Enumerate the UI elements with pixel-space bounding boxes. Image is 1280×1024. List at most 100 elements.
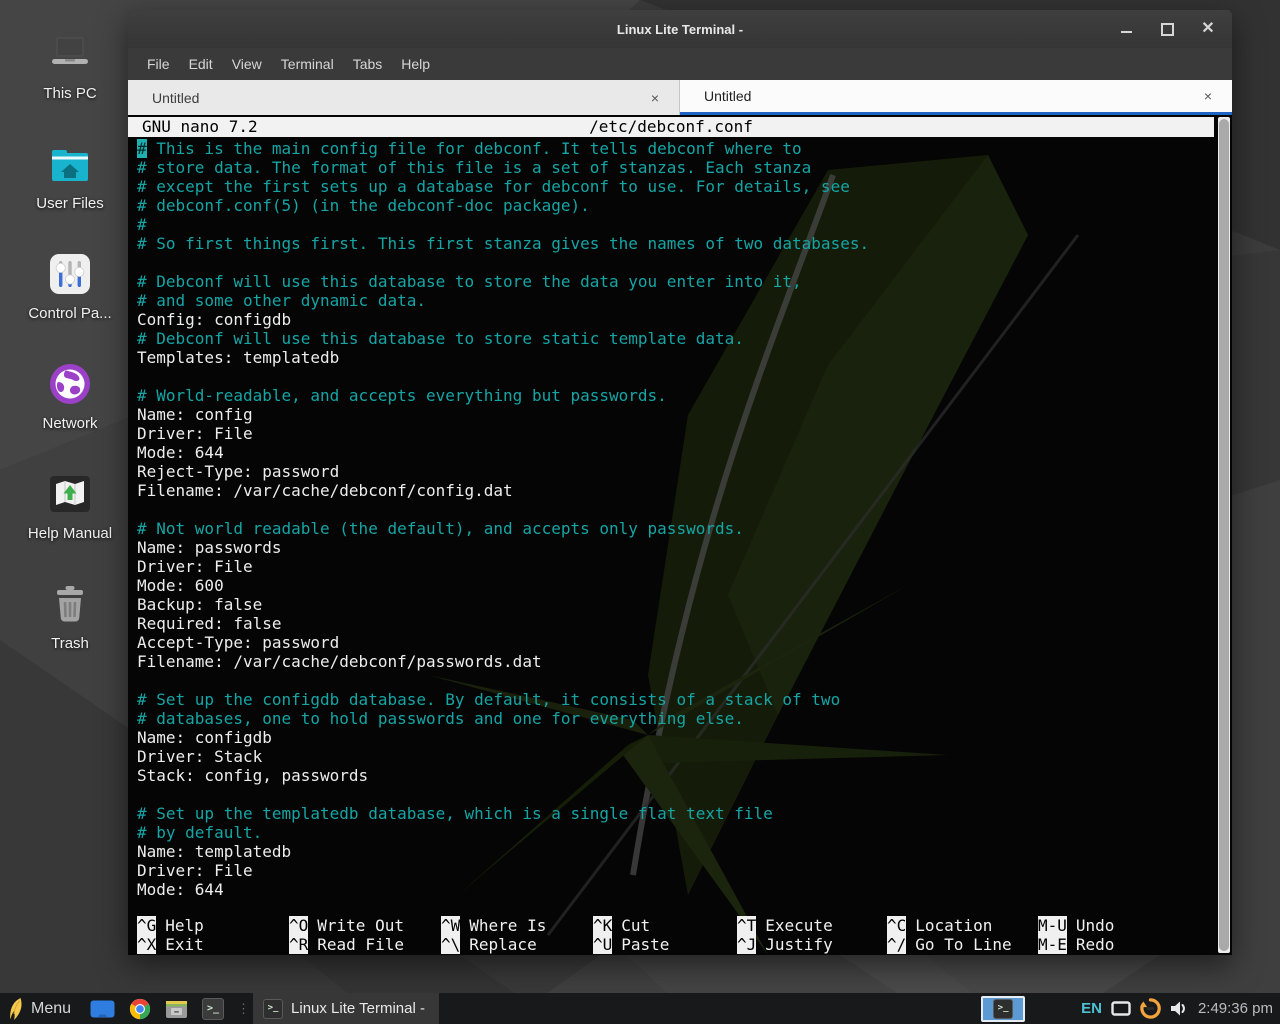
nano-shortcut: ^RRead File: [289, 935, 404, 954]
menu-button[interactable]: [7, 997, 24, 1021]
tab-close-icon[interactable]: ×: [1202, 88, 1214, 104]
menu-item[interactable]: View: [232, 56, 262, 72]
task-button-linux-lite-terminal[interactable]: >_ Linux Lite Terminal -: [253, 993, 439, 1024]
linux-lite-feather-icon: [7, 997, 24, 1021]
window-menubar: File Edit View Terminal Tabs Help: [128, 48, 1232, 80]
desktop-icon-control-panel[interactable]: Control Pa...: [0, 250, 140, 322]
editor-line: Filename: /var/cache/debconf/config.dat: [137, 481, 1206, 500]
close-button[interactable]: ✕: [1200, 21, 1216, 37]
terminal-launcher[interactable]: >_: [202, 998, 224, 1020]
file-cabinet-icon: [165, 998, 188, 1019]
editor-line: # So first things first. This first stan…: [137, 234, 1206, 253]
editor-line: [137, 785, 1206, 804]
folder-home-icon: [46, 140, 94, 188]
nano-shortcut: ^KCut: [593, 916, 669, 935]
nano-titlebar: GNU nano 7.2 /etc/debconf.conf: [128, 117, 1214, 137]
network-globe-icon: [46, 360, 94, 408]
minimize-button[interactable]: [1118, 21, 1134, 37]
editor-line: # and some other dynamic data.: [137, 291, 1206, 310]
window-titlebar[interactable]: Linux Lite Terminal - ✕: [128, 10, 1232, 48]
nano-shortcut-column: ^WWhere Is ^\Replace: [441, 916, 546, 954]
terminal-window: Linux Lite Terminal - ✕ File Edit View Term…: [128, 10, 1232, 955]
editor-line: Driver: File: [137, 861, 1206, 880]
editor-line: Mode: 644: [137, 443, 1206, 462]
show-desktop-launcher[interactable]: [90, 1000, 115, 1018]
menu-item[interactable]: Edit: [189, 56, 213, 72]
nano-shortcut-column: ^OWrite Out ^RRead File: [289, 916, 404, 954]
menu-button-label[interactable]: Menu: [31, 1000, 71, 1018]
scrollbar-thumb[interactable]: [1219, 119, 1229, 951]
terminal-icon: >_: [263, 999, 283, 1019]
editor-line: Driver: Stack: [137, 747, 1206, 766]
nano-shortcut-column: ^TExecute ^JJustify: [737, 916, 833, 954]
nano-shortcut-column: M-UUndo M-ERedo: [1038, 916, 1114, 954]
editor-line: Name: configdb: [137, 728, 1206, 747]
desktop-icon-label: Trash: [51, 635, 89, 652]
editor-line: Name: passwords: [137, 538, 1206, 557]
desktop-icon-trash[interactable]: Trash: [0, 580, 140, 652]
nano-version: GNU nano 7.2: [142, 117, 258, 137]
menu-item[interactable]: File: [147, 56, 170, 72]
editor-line: [137, 253, 1206, 272]
desktop-icon-label: This PC: [43, 85, 96, 102]
nano-shortcut-column: ^GHelp ^XExit: [137, 916, 204, 954]
nano-shortcut: ^CLocation: [887, 916, 1012, 935]
editor-line: # debconf.conf(5) (in the debconf-doc pa…: [137, 196, 1206, 215]
desktop-icon-label: Help Manual: [28, 525, 112, 542]
tab-close-icon[interactable]: ×: [649, 90, 661, 106]
speaker-icon: [1170, 1000, 1189, 1017]
editor-line: [137, 671, 1206, 690]
volume-tray[interactable]: [1170, 1000, 1189, 1017]
editor-line: Accept-Type: password: [137, 633, 1206, 652]
nano-buffer: # This is the main config file for debco…: [137, 139, 1206, 899]
computer-icon: [46, 30, 94, 78]
desktop-icon-label: User Files: [36, 195, 104, 212]
desktop-icon-network[interactable]: Network: [0, 360, 140, 432]
editor-line: Reject-Type: password: [137, 462, 1206, 481]
nano-shortcut: M-UUndo: [1038, 916, 1114, 935]
editor-line: #: [137, 215, 1206, 234]
editor-line: # Not world readable (the default), and …: [137, 519, 1206, 538]
editor-line: # Set up the configdb database. By defau…: [137, 690, 1206, 709]
display-icon: [1111, 1001, 1131, 1017]
editor-line: Templates: templatedb: [137, 348, 1206, 367]
tab-untitled-1[interactable]: Untitled ×: [128, 80, 680, 115]
tab-untitled-2[interactable]: Untitled ×: [680, 80, 1232, 115]
nano-shortcut-column: ^KCut ^UPaste: [593, 916, 669, 954]
menu-item[interactable]: Tabs: [353, 56, 383, 72]
keyboard-layout-indicator[interactable]: EN: [1081, 1000, 1102, 1017]
maximize-button[interactable]: [1159, 21, 1175, 37]
desktop-icon-user-files[interactable]: User Files: [0, 140, 140, 212]
menu-item[interactable]: Terminal: [281, 56, 334, 72]
menu-item[interactable]: Help: [401, 56, 430, 72]
maximize-icon: [1161, 23, 1174, 36]
tab-label: Untitled: [704, 88, 751, 104]
window-switcher-preview[interactable]: >_: [981, 996, 1025, 1022]
editor-line: # except the first sets up a database fo…: [137, 177, 1206, 196]
editor-line: # Set up the templatedb database, which …: [137, 804, 1206, 823]
desktop-window-icon: [90, 1000, 115, 1018]
editor-line: Driver: File: [137, 424, 1206, 443]
chrome-launcher[interactable]: [129, 998, 151, 1020]
clock[interactable]: 2:49:36 pm: [1198, 1000, 1273, 1017]
update-notifier-tray[interactable]: [1139, 997, 1162, 1020]
editor-line: # databases, one to hold passwords and o…: [137, 709, 1206, 728]
tab-bar: Untitled × Untitled ×: [128, 80, 1232, 115]
nano-shortcut: ^JJustify: [737, 935, 833, 954]
editor-line: # Debconf will use this database to stor…: [137, 272, 1206, 291]
desktop-icon-help-manual[interactable]: Help Manual: [0, 470, 140, 542]
nano-shortcut: ^/Go To Line: [887, 935, 1012, 954]
terminal-icon: >_: [202, 998, 224, 1020]
desktop-icon-label: Control Pa...: [28, 305, 111, 322]
nano-shortcut-column: ^CLocation ^/Go To Line: [887, 916, 1012, 954]
file-manager-launcher[interactable]: [165, 998, 188, 1019]
editor-line: [137, 367, 1206, 386]
display-settings-tray[interactable]: [1111, 1001, 1131, 1017]
desktop-icon-this-pc[interactable]: This PC: [0, 30, 140, 102]
editor-line: Mode: 600: [137, 576, 1206, 595]
editor-line: # Debconf will use this database to stor…: [137, 329, 1206, 348]
editor-line: # World-readable, and accepts everything…: [137, 386, 1206, 405]
editor-line: Filename: /var/cache/debconf/passwords.d…: [137, 652, 1206, 671]
window-controls: ✕: [1118, 10, 1216, 48]
terminal-screen[interactable]: GNU nano 7.2 /etc/debconf.conf # This is…: [128, 115, 1232, 955]
